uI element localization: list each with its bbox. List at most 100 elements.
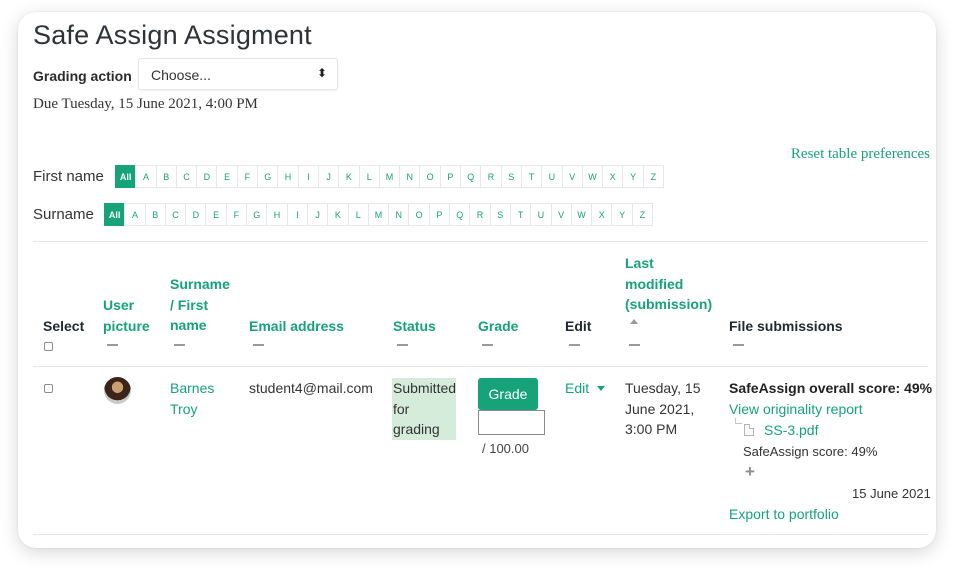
surname-filter-letter-b[interactable]: B: [144, 203, 166, 226]
collapse-dash-icon[interactable]: [482, 344, 493, 346]
first-name-filter-letter-n[interactable]: N: [399, 165, 421, 188]
surname-filter-letter-t[interactable]: T: [509, 203, 532, 226]
surname-filter-letter-f[interactable]: F: [225, 203, 248, 226]
collapse-dash-icon[interactable]: [569, 344, 580, 346]
collapse-dash-icon[interactable]: [733, 344, 744, 346]
surname-filter-letter-v[interactable]: V: [550, 203, 572, 226]
first-name-filter-letter-b[interactable]: B: [155, 165, 177, 188]
surname-filter-letter-k[interactable]: K: [327, 203, 349, 226]
collapse-dash-icon[interactable]: [107, 344, 118, 346]
header-status[interactable]: Status: [393, 316, 436, 337]
surname-filter-letter-n[interactable]: N: [388, 203, 410, 226]
surname-filter-letter-e[interactable]: E: [205, 203, 227, 226]
header-surname-line2: / First: [170, 296, 209, 313]
header-user-picture[interactable]: User picture: [103, 295, 150, 336]
first-name-filter-letter-m[interactable]: M: [378, 165, 401, 188]
first-name-filter-letter-q[interactable]: Q: [460, 165, 482, 188]
header-last-modified[interactable]: Last modified (submission): [625, 253, 712, 315]
first-name-filter-letter-s[interactable]: S: [500, 165, 522, 188]
grading-action-select[interactable]: Choose... ⬍: [138, 58, 338, 90]
assignment-card: Safe Assign Assigment Grading action Cho…: [18, 12, 936, 548]
first-name-filter-letter-x[interactable]: X: [602, 165, 624, 188]
surname-filter-letter-x[interactable]: X: [591, 203, 613, 226]
surname-filter-letter-s[interactable]: S: [489, 203, 511, 226]
collapse-dash-icon[interactable]: [253, 344, 264, 346]
header-edit: Edit: [565, 318, 592, 334]
first-name-filter-letter-w[interactable]: W: [581, 165, 604, 188]
grade-input[interactable]: [478, 410, 545, 435]
status-line2: for: [393, 400, 410, 417]
header-surname-line1: Surname: [170, 276, 230, 292]
surname-filter-letter-c[interactable]: C: [164, 203, 187, 226]
header-email[interactable]: Email address: [249, 316, 344, 337]
header-last-modified-line1: Last: [625, 255, 654, 271]
surname-filter-letter-h[interactable]: H: [266, 203, 288, 226]
grade-out-of: / 100.00: [482, 441, 529, 456]
first-name-filter-letter-k[interactable]: K: [338, 165, 360, 188]
header-surname-first-name[interactable]: Surname / First name: [170, 274, 230, 336]
surname-filter-letter-g[interactable]: G: [246, 203, 268, 226]
first-name-filter-letter-t[interactable]: T: [520, 165, 543, 188]
surname-filter-letter-m[interactable]: M: [367, 203, 390, 226]
page-title: Safe Assign Assigment: [33, 20, 312, 50]
surname-filter-letter-i[interactable]: I: [286, 203, 308, 226]
first-name-filter-letter-c[interactable]: C: [175, 165, 198, 188]
first-name-filter-letter-o[interactable]: O: [419, 165, 441, 188]
header-grade[interactable]: Grade: [478, 316, 518, 337]
export-to-portfolio-link[interactable]: Export to portfolio: [729, 504, 839, 525]
first-name-filter-letter-l[interactable]: L: [358, 165, 380, 188]
overall-score: SafeAssign overall score: 49%: [729, 380, 933, 396]
first-name-filter-letter-f[interactable]: F: [236, 165, 259, 188]
surname-filter-letter-a[interactable]: A: [124, 203, 146, 226]
surname-filter-letter-w[interactable]: W: [570, 203, 593, 226]
surname-filter-all[interactable]: All: [104, 203, 126, 226]
surname-filter-letter-l[interactable]: L: [347, 203, 369, 226]
row-select-checkbox[interactable]: [44, 384, 53, 393]
surname-filter-letter-d[interactable]: D: [185, 203, 207, 226]
first-name-filter-letter-y[interactable]: Y: [622, 165, 644, 188]
grade-button[interactable]: Grade: [478, 378, 538, 410]
file-date: 15 June 2021: [852, 486, 931, 501]
surname-filter-letter-u[interactable]: U: [530, 203, 552, 226]
surname-filter-letter-p[interactable]: P: [428, 203, 451, 226]
first-name-filter-letter-i[interactable]: I: [297, 165, 319, 188]
select-all-checkbox[interactable]: [44, 342, 53, 351]
first-name-filter-letter-h[interactable]: H: [277, 165, 299, 188]
collapse-dash-icon[interactable]: [174, 344, 185, 346]
student-name-link[interactable]: Barnes Troy: [170, 378, 214, 419]
first-name-filter-letter-d[interactable]: D: [196, 165, 218, 188]
first-name-filter-letter-p[interactable]: P: [439, 165, 462, 188]
surname-filter-letter-q[interactable]: Q: [449, 203, 471, 226]
header-user-picture-line1: User: [103, 297, 135, 313]
surname-filter-letter-y[interactable]: Y: [611, 203, 633, 226]
first-name-filter-letter-g[interactable]: G: [257, 165, 279, 188]
header-select: Select: [43, 318, 85, 334]
view-originality-report-link[interactable]: View originality report: [729, 399, 863, 420]
first-name-filter-letter-z[interactable]: Z: [642, 165, 665, 188]
reset-table-preferences-link[interactable]: Reset table preferences: [791, 146, 930, 163]
surname-filter-letter-j[interactable]: J: [306, 203, 329, 226]
first-name-filter-letter-j[interactable]: J: [317, 165, 340, 188]
plus-icon[interactable]: +: [745, 462, 755, 482]
first-name-filter-letter-u[interactable]: U: [541, 165, 563, 188]
collapse-dash-icon[interactable]: [397, 344, 408, 346]
first-name-filter-all[interactable]: All: [115, 165, 137, 188]
header-user-picture-line2: picture: [103, 317, 150, 334]
first-name-filter-letter-e[interactable]: E: [216, 165, 238, 188]
last-modified-value: Tuesday, 15 June 2021, 3:00 PM: [625, 378, 701, 440]
first-name-filter-letter-r[interactable]: R: [480, 165, 502, 188]
edit-dropdown-icon[interactable]: [597, 386, 605, 391]
first-name-filter-letter-v[interactable]: V: [561, 165, 583, 188]
file-link[interactable]: SS-3.pdf: [764, 420, 818, 441]
edit-dropdown[interactable]: Edit: [565, 378, 589, 399]
file-pdf-icon: [744, 424, 754, 436]
surname-filter-letter-o[interactable]: O: [408, 203, 430, 226]
surname-filter-letter-r[interactable]: R: [469, 203, 491, 226]
collapse-dash-icon[interactable]: [629, 344, 640, 346]
first-name-filter-letter-a[interactable]: A: [135, 165, 157, 188]
grading-action-value: Choose...: [151, 67, 211, 83]
surname-filter-letter-z[interactable]: Z: [631, 203, 654, 226]
file-score: SafeAssign score: 49%: [743, 444, 878, 459]
status-line3: grading: [393, 421, 440, 437]
first-name-filter-label: First name: [33, 168, 104, 185]
